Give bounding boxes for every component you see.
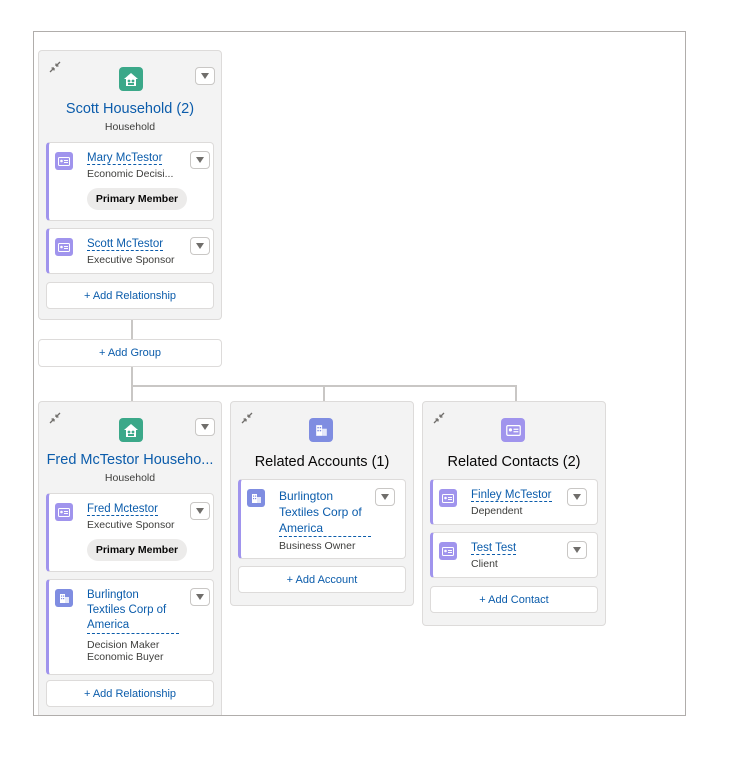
contact-card: Finley McTestor Dependent: [430, 479, 598, 525]
member-card: Burlington Textiles Corp of America Deci…: [46, 579, 214, 675]
contact-card-icon: [55, 503, 73, 521]
add-relationship-button[interactable]: + Add Relationship: [46, 282, 214, 309]
collapse-icon[interactable]: [49, 61, 61, 73]
member-name-link[interactable]: Fred Mctestor: [87, 502, 158, 517]
household-card: Scott Household (2) Household Mary McTes…: [38, 50, 222, 320]
member-name-link[interactable]: Scott McTestor: [87, 237, 164, 252]
related-accounts-title: Related Accounts (1): [254, 454, 390, 470]
contact-card-icon: [55, 238, 73, 256]
connector-line: [323, 385, 325, 401]
connector-line: [515, 385, 517, 401]
connector-line: [131, 366, 133, 401]
related-accounts-card: Related Accounts (1) Burlington Textiles…: [230, 401, 414, 606]
contact-card-icon: [439, 489, 457, 507]
chevron-down-icon: [381, 494, 389, 500]
contact-name-link[interactable]: Finley McTestor: [471, 488, 552, 503]
account-menu-button[interactable]: [375, 488, 395, 506]
account-building-icon: [247, 489, 265, 507]
primary-member-badge: Primary Member: [87, 539, 187, 561]
add-group-button[interactable]: + Add Group: [38, 339, 222, 367]
chevron-down-icon: [196, 243, 204, 249]
member-name-link[interactable]: Burlington Textiles Corp of America: [87, 588, 179, 634]
household-menu-button[interactable]: [195, 418, 215, 436]
collapse-icon[interactable]: [241, 412, 253, 424]
member-menu-button[interactable]: [190, 151, 210, 169]
account-card: Burlington Textiles Corp of America Busi…: [238, 479, 406, 559]
add-relationship-button[interactable]: + Add Relationship: [46, 680, 214, 707]
account-role: Business Owner: [279, 540, 356, 552]
contact-role: Dependent: [471, 505, 523, 517]
member-menu-button[interactable]: [190, 502, 210, 520]
member-role: Executive Sponsor: [87, 254, 175, 266]
add-contact-button[interactable]: + Add Contact: [430, 586, 598, 613]
relationship-map: Scott Household (2) Household Mary McTes…: [33, 31, 686, 716]
collapse-icon[interactable]: [433, 412, 445, 424]
chevron-down-icon: [573, 547, 581, 553]
member-role: Executive Sponsor: [87, 519, 175, 531]
chevron-down-icon: [196, 157, 204, 163]
member-menu-button[interactable]: [190, 588, 210, 606]
household-icon: [119, 418, 143, 442]
household-type-label: Household: [104, 472, 156, 484]
member-role: Economic Buyer: [87, 651, 164, 663]
household-icon: [119, 67, 143, 91]
chevron-down-icon: [201, 424, 209, 430]
chevron-down-icon: [196, 508, 204, 514]
connector-line: [131, 319, 133, 339]
account-building-icon: [309, 418, 333, 442]
chevron-down-icon: [573, 494, 581, 500]
member-name-link[interactable]: Mary McTestor: [87, 151, 163, 166]
contact-name-link[interactable]: Test Test: [471, 541, 517, 556]
contact-card-icon: [439, 542, 457, 560]
chevron-down-icon: [196, 594, 204, 600]
member-role: Decision Maker: [87, 639, 160, 651]
account-name-link[interactable]: Burlington Textiles Corp of America: [279, 488, 371, 537]
contact-menu-button[interactable]: [567, 488, 587, 506]
collapse-icon[interactable]: [49, 412, 61, 424]
household-type-label: Household: [104, 121, 156, 133]
primary-member-badge: Primary Member: [87, 188, 187, 210]
contact-card-icon: [501, 418, 525, 442]
member-card: Mary McTestor Economic Decisi... Primary…: [46, 142, 214, 221]
contact-card: Test Test Client: [430, 532, 598, 578]
household-title-link[interactable]: Fred McTestor Househo...: [39, 452, 221, 468]
related-contacts-card: Related Contacts (2) Finley McTestor Dep…: [422, 401, 606, 626]
household-menu-button[interactable]: [195, 67, 215, 85]
contact-role: Client: [471, 558, 498, 570]
member-card: Scott McTestor Executive Sponsor: [46, 228, 214, 274]
add-account-button[interactable]: + Add Account: [238, 566, 406, 593]
member-menu-button[interactable]: [190, 237, 210, 255]
account-building-icon: [55, 589, 73, 607]
member-card: Fred Mctestor Executive Sponsor Primary …: [46, 493, 214, 572]
related-contacts-title: Related Contacts (2): [447, 454, 581, 470]
household-title-link[interactable]: Scott Household (2): [39, 101, 221, 117]
chevron-down-icon: [201, 73, 209, 79]
household-card: Fred McTestor Househo... Household Fred …: [38, 401, 222, 715]
contact-card-icon: [55, 152, 73, 170]
member-role: Economic Decisi...: [87, 168, 174, 180]
contact-menu-button[interactable]: [567, 541, 587, 559]
